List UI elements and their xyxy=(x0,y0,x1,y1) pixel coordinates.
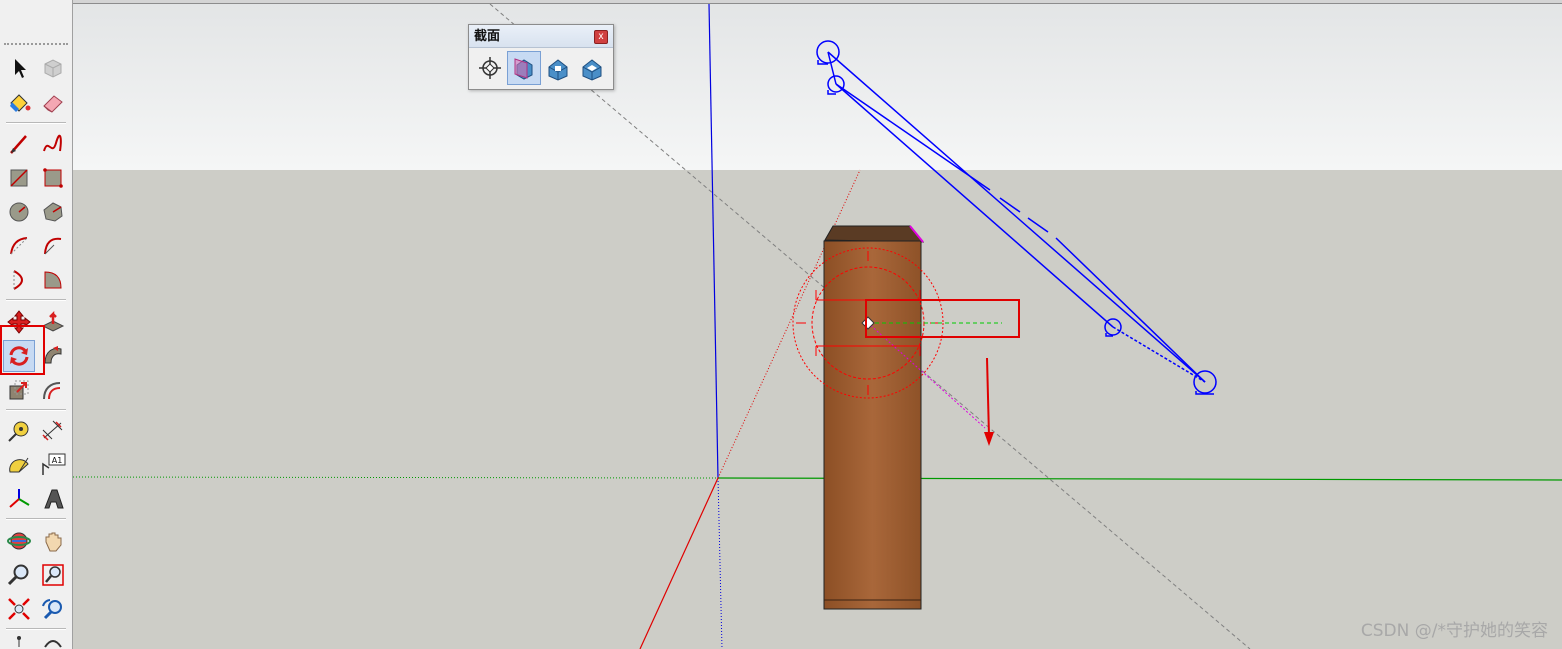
move-tool[interactable] xyxy=(4,307,34,337)
arc-icon xyxy=(10,237,28,255)
axes-tool[interactable] xyxy=(4,484,34,514)
eraser-icon xyxy=(43,95,63,113)
section-fill-icon xyxy=(582,59,602,81)
blue-axis-negative xyxy=(717,477,723,649)
dimension-icon xyxy=(42,420,63,441)
green-axis-negative xyxy=(73,476,719,479)
push-pull-icon xyxy=(41,310,65,332)
previous-view-tool[interactable] xyxy=(38,594,68,624)
toolbar-grip[interactable] xyxy=(4,43,68,45)
zoom-icon xyxy=(7,564,29,586)
orbit-tool[interactable] xyxy=(4,526,34,556)
walk-icon xyxy=(17,636,21,647)
paint-bucket-icon xyxy=(10,94,31,112)
tape-measure-icon xyxy=(8,421,29,442)
rectangle-icon xyxy=(10,169,28,187)
two-point-arc-icon xyxy=(44,237,62,255)
look-around-icon xyxy=(44,640,62,648)
3d-viewport[interactable]: CSDN @/*守护她的笑容 xyxy=(73,4,1562,649)
section-palette-title[interactable]: 截面 xyxy=(469,25,613,48)
protractor-icon xyxy=(9,457,29,473)
paint-bucket-tool[interactable] xyxy=(4,87,34,117)
rotate-tool[interactable] xyxy=(3,340,35,372)
section-palette-close-button[interactable]: x xyxy=(594,30,608,44)
line-tool[interactable] xyxy=(4,129,34,159)
axes-icon xyxy=(9,489,30,508)
display-section-cuts-button[interactable] xyxy=(542,52,574,84)
select-icon xyxy=(15,59,26,78)
display-section-planes-icon xyxy=(514,58,533,80)
offset-tool[interactable] xyxy=(38,375,68,405)
section-plane-button[interactable] xyxy=(474,52,506,84)
rotated-rectangle-icon xyxy=(43,168,63,188)
zoom-extents-icon xyxy=(8,598,30,620)
pie-tool[interactable] xyxy=(38,265,68,295)
zoom-tool[interactable] xyxy=(4,560,34,590)
3d-text-icon xyxy=(44,489,64,509)
model-scene xyxy=(73,4,1562,649)
blue-axis xyxy=(708,4,719,479)
circle-tool[interactable] xyxy=(4,197,34,227)
zoom-window-tool[interactable] xyxy=(38,560,68,590)
polygon-icon xyxy=(43,202,63,222)
section-palette[interactable]: 截面 x xyxy=(468,24,614,90)
rotate-icon xyxy=(9,346,29,366)
pie-icon xyxy=(44,271,62,289)
section-plane-icon xyxy=(479,57,501,79)
display-section-cuts-icon xyxy=(548,59,568,81)
look-around-tool[interactable] xyxy=(38,634,68,649)
scale-tool[interactable] xyxy=(4,375,34,405)
eraser-tool[interactable] xyxy=(38,87,68,117)
three-point-arc-icon xyxy=(13,270,23,290)
section-fill-button[interactable] xyxy=(576,52,608,84)
display-section-planes-button[interactable] xyxy=(507,51,541,85)
pan-tool[interactable] xyxy=(38,526,68,556)
walk-tool[interactable] xyxy=(4,634,34,649)
watermark: CSDN @/*守护她的笑容 xyxy=(1360,621,1548,641)
offset-icon xyxy=(43,382,61,400)
annotation-arrow xyxy=(986,357,990,437)
rotated-rectangle-tool[interactable] xyxy=(38,163,68,193)
three-point-arc-tool[interactable] xyxy=(4,265,34,295)
tape-measure-tool[interactable] xyxy=(4,416,34,446)
scale-icon xyxy=(9,380,29,400)
move-icon xyxy=(7,310,31,334)
text-icon: A1 xyxy=(42,453,66,475)
left-toolbar: A1 xyxy=(0,0,73,649)
two-point-arc-tool[interactable] xyxy=(38,231,68,261)
text-tool[interactable]: A1 xyxy=(38,450,68,480)
annotation-arrow-head xyxy=(984,432,994,446)
svg-text:A1: A1 xyxy=(52,456,63,465)
pan-icon xyxy=(45,532,62,552)
3d-text-tool[interactable] xyxy=(38,484,68,514)
arc-tool[interactable] xyxy=(4,231,34,261)
follow-me-tool[interactable] xyxy=(38,341,68,371)
line-icon xyxy=(10,135,27,154)
freehand-tool[interactable] xyxy=(38,129,68,159)
rectangle-tool[interactable] xyxy=(4,163,34,193)
push-pull-tool[interactable] xyxy=(38,307,68,337)
freehand-icon xyxy=(43,134,62,152)
orbit-icon xyxy=(7,532,31,550)
previous-view-icon xyxy=(42,599,62,620)
circle-icon xyxy=(9,202,29,222)
follow-me-icon xyxy=(44,346,62,364)
dimension-tool[interactable] xyxy=(38,416,68,446)
zoom-window-icon xyxy=(42,564,64,586)
red-axis xyxy=(639,477,719,649)
make-component-tool[interactable] xyxy=(38,53,68,83)
make-component-icon xyxy=(44,59,62,78)
select-tool[interactable] xyxy=(4,53,34,83)
protractor-tool[interactable] xyxy=(4,450,34,480)
zoom-extents-tool[interactable] xyxy=(4,594,34,624)
polygon-tool[interactable] xyxy=(38,197,68,227)
